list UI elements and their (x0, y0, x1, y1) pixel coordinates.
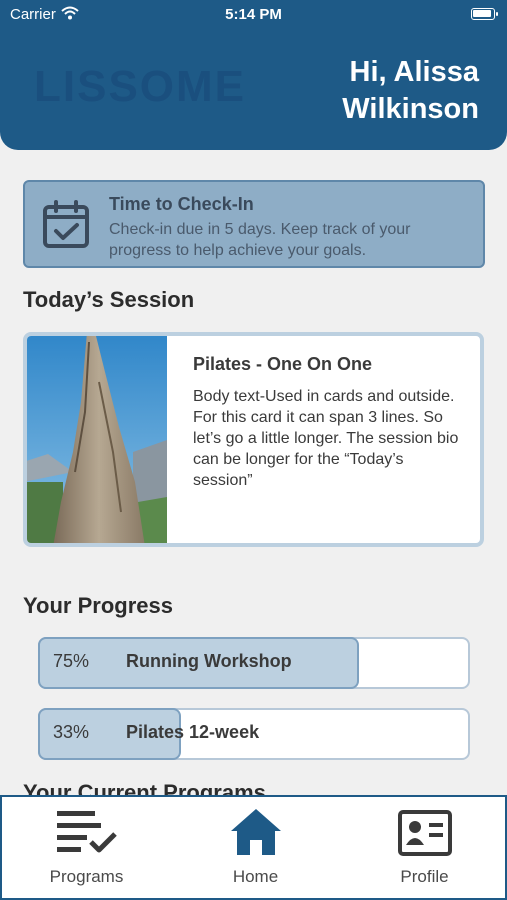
list-check-icon (56, 811, 117, 853)
session-description: Body text-Used in cards and outside. For… (193, 388, 459, 489)
tab-programs-label: Programs (49, 867, 124, 886)
todays-session-heading: Today’s Session (23, 287, 195, 312)
your-progress-heading: Your Progress (23, 593, 173, 618)
session-card[interactable]: Pilates - One On One Body text-Used in c… (23, 332, 484, 547)
battery-icon (471, 8, 498, 20)
tab-home[interactable]: Home (171, 797, 340, 897)
calendar-check-icon (43, 200, 89, 248)
session-photo (27, 336, 167, 543)
greeting-text: Hi, Alissa Wilkinson (342, 56, 479, 125)
home-icon (230, 809, 281, 855)
tab-bar: Programs Home Profile (0, 795, 507, 900)
app-header: Carrier 5:14 PM LISSOME Hi, Alissa Wilki… (0, 0, 507, 150)
progress-item-pilates-12-week[interactable]: 33% Pilates 12-week (38, 708, 470, 760)
progress-name: Running Workshop (126, 651, 292, 671)
status-bar: Carrier 5:14 PM (0, 0, 507, 30)
progress-name: Pilates 12-week (126, 722, 260, 742)
tab-profile-label: Profile (400, 867, 449, 886)
checkin-title: Time to Check-In (109, 194, 254, 214)
session-title: Pilates - One On One (193, 354, 373, 374)
tab-home-label: Home (232, 867, 279, 886)
lissome-logo: LISSOME (34, 62, 247, 111)
profile-card-icon (397, 810, 452, 856)
progress-percent: 33% (53, 722, 90, 742)
tab-profile[interactable]: Profile (340, 797, 507, 897)
checkin-banner[interactable]: Time to Check-In Check-in due in 5 days.… (23, 180, 485, 268)
checkin-description: Check-in due in 5 days. Keep track of yo… (109, 221, 411, 259)
tab-programs[interactable]: Programs (2, 797, 171, 897)
progress-percent: 75% (53, 651, 90, 671)
clock: 5:14 PM (225, 6, 282, 23)
progress-item-running-workshop[interactable]: 75% Running Workshop (38, 637, 470, 689)
